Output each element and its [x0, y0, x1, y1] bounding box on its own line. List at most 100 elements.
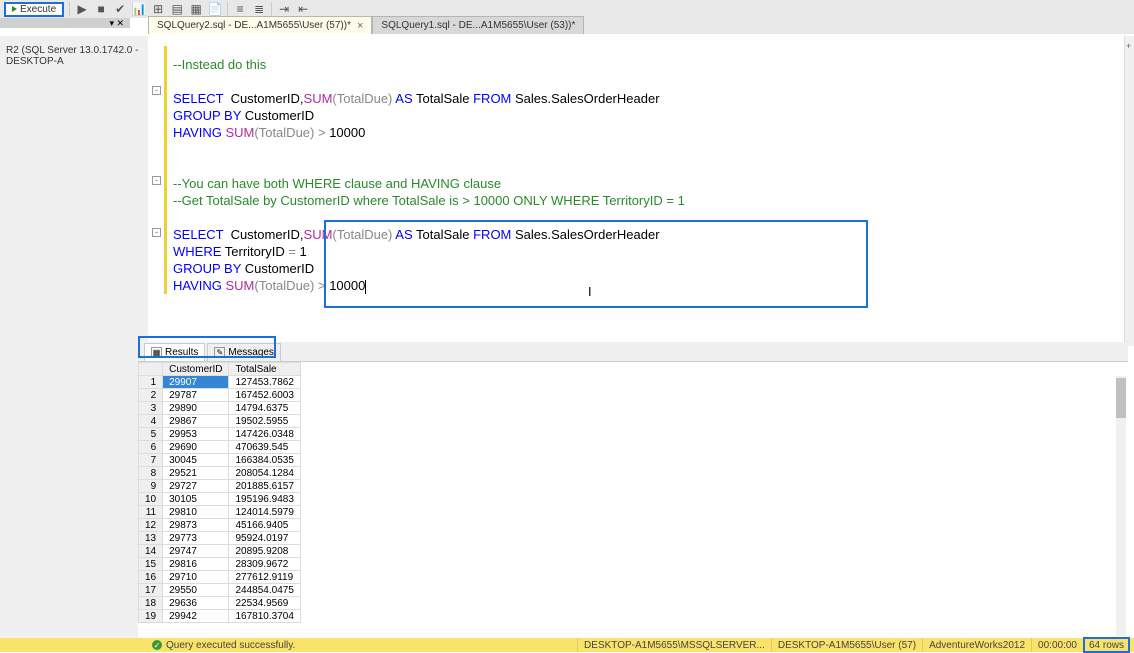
- table-row[interactable]: 1030105195196.9483: [139, 493, 301, 506]
- txt: (TotalDue): [254, 125, 314, 140]
- parse-icon[interactable]: ✔: [113, 2, 127, 16]
- table-row[interactable]: 730045166384.0535: [139, 454, 301, 467]
- text-cursor: [365, 280, 366, 294]
- kw: WHERE: [173, 244, 221, 259]
- totalsale-cell: 127453.7862: [229, 376, 300, 389]
- outdent-icon[interactable]: ⇤: [296, 2, 310, 16]
- grid-icon: ▦: [151, 347, 162, 358]
- table-row[interactable]: 152981628309.9672: [139, 558, 301, 571]
- status-user: DESKTOP-A1M5655\User (57): [771, 638, 922, 652]
- totalsale-cell: 124014.5979: [229, 506, 300, 519]
- table-row[interactable]: 42986719502.5955: [139, 415, 301, 428]
- tab-messages[interactable]: ✎ Messages: [207, 343, 281, 361]
- table-row[interactable]: 132977395924.0197: [139, 532, 301, 545]
- separator: [227, 2, 228, 16]
- results-grid[interactable]: CustomerID TotalSale 129907127453.786222…: [138, 362, 1128, 638]
- object-explorer-header: ▾ ✕: [0, 18, 130, 28]
- vertical-scrollbar[interactable]: [1124, 36, 1134, 346]
- play-icon: [12, 6, 17, 12]
- rownum-cell: 13: [139, 532, 163, 545]
- table-row[interactable]: 1929942167810.3704: [139, 610, 301, 623]
- table-row[interactable]: 142974720895.9208: [139, 545, 301, 558]
- stop-icon[interactable]: ■: [94, 2, 108, 16]
- customerid-cell: 29890: [163, 402, 229, 415]
- rownum-cell: 19: [139, 610, 163, 623]
- close-icon[interactable]: ×: [357, 20, 363, 32]
- rownum-cell: 7: [139, 454, 163, 467]
- txt: 10000: [329, 278, 365, 293]
- customerid-cell: 29521: [163, 467, 229, 480]
- fn: SUM: [304, 227, 333, 242]
- customerid-cell: 29953: [163, 428, 229, 441]
- ibeam-cursor-icon: I: [588, 283, 592, 300]
- kw: FROM: [470, 227, 512, 242]
- totalsale-cell: 28309.9672: [229, 558, 300, 571]
- table-row[interactable]: 1629710277612.9119: [139, 571, 301, 584]
- pin-icon[interactable]: ▾ ✕: [109, 18, 124, 29]
- fold-icon[interactable]: -: [152, 228, 161, 237]
- tab-results[interactable]: ▦ Results: [144, 343, 205, 361]
- fold-icon[interactable]: -: [152, 86, 161, 95]
- options-icon[interactable]: ⊞: [151, 2, 165, 16]
- comment-icon[interactable]: ≡: [233, 2, 247, 16]
- object-explorer[interactable]: R2 (SQL Server 13.0.1742.0 - DESKTOP-A: [0, 36, 148, 638]
- rownum-cell: 4: [139, 415, 163, 428]
- table-row[interactable]: 229787167452.6003: [139, 389, 301, 402]
- table-row[interactable]: 32989014794.6375: [139, 402, 301, 415]
- status-db: AdventureWorks2012: [922, 638, 1031, 652]
- table-row[interactable]: 629690470639.545: [139, 441, 301, 454]
- execute-button[interactable]: Execute: [4, 2, 64, 17]
- totalsale-cell: 167452.6003: [229, 389, 300, 402]
- status-time: 00:00:00: [1031, 638, 1083, 652]
- results-to-grid-icon[interactable]: ▦: [189, 2, 203, 16]
- separator: [69, 2, 70, 16]
- rownum-cell: 11: [139, 506, 163, 519]
- table-row[interactable]: 829521208054.1284: [139, 467, 301, 480]
- uncomment-icon[interactable]: ≣: [252, 2, 266, 16]
- txt: TerritoryID: [221, 244, 288, 259]
- table-row[interactable]: 1729550244854.0475: [139, 584, 301, 597]
- totalsale-cell: 166384.0535: [229, 454, 300, 467]
- table-row[interactable]: 1129810124014.5979: [139, 506, 301, 519]
- status-server: DESKTOP-A1M5655\MSSQLSERVER...: [577, 638, 771, 652]
- check-icon: ✓: [152, 640, 162, 650]
- results-to-file-icon[interactable]: 📄: [208, 2, 222, 16]
- tab-label: SQLQuery2.sql - DE...A1M5655\User (57))*: [157, 20, 351, 31]
- grid-scrollbar[interactable]: [1116, 376, 1126, 636]
- table-row[interactable]: 929727201885.6157: [139, 480, 301, 493]
- rownum-cell: 16: [139, 571, 163, 584]
- totalsale-cell: 277612.9119: [229, 571, 300, 584]
- rownum-cell: 1: [139, 376, 163, 389]
- debug-icon[interactable]: ▶: [75, 2, 89, 16]
- table-row[interactable]: 122987345166.9405: [139, 519, 301, 532]
- rownum-cell: 12: [139, 519, 163, 532]
- rownum-cell: 15: [139, 558, 163, 571]
- table-row[interactable]: 529953147426.0348: [139, 428, 301, 441]
- tab-sqlquery2[interactable]: SQLQuery2.sql - DE...A1M5655\User (57))*…: [148, 16, 372, 34]
- txt: TotalSale: [413, 91, 470, 106]
- customerid-cell: 29636: [163, 597, 229, 610]
- estimated-plan-icon[interactable]: 📊: [132, 2, 146, 16]
- results-panel: ▦ Results ✎ Messages CustomerID TotalSal…: [138, 342, 1128, 638]
- kw: SELECT: [173, 91, 223, 106]
- fold-icon[interactable]: -: [152, 176, 161, 185]
- status-rows: 64 rows: [1083, 637, 1130, 653]
- customerid-cell: 29747: [163, 545, 229, 558]
- customerid-cell: 29550: [163, 584, 229, 597]
- table-row[interactable]: 129907127453.7862: [139, 376, 301, 389]
- results-to-text-icon[interactable]: ▤: [170, 2, 184, 16]
- col-customerid[interactable]: CustomerID: [163, 363, 229, 376]
- tab-sqlquery1[interactable]: SQLQuery1.sql - DE...A1M5655\User (53))*: [372, 16, 584, 34]
- server-node[interactable]: R2 (SQL Server 13.0.1742.0 - DESKTOP-A: [0, 44, 148, 68]
- op: >: [314, 125, 329, 140]
- txt: CustomerID: [241, 108, 314, 123]
- rownum-cell: 3: [139, 402, 163, 415]
- table-row[interactable]: 182963622534.9569: [139, 597, 301, 610]
- txt: Sales.SalesOrderHeader: [511, 91, 659, 106]
- indent-icon[interactable]: ⇥: [277, 2, 291, 16]
- kw: HAVING: [173, 125, 226, 140]
- scroll-thumb[interactable]: [1116, 378, 1126, 418]
- sql-editor[interactable]: - - - --Instead do this SELECT CustomerI…: [148, 36, 1134, 346]
- corner-cell: [139, 363, 163, 376]
- col-totalsale[interactable]: TotalSale: [229, 363, 300, 376]
